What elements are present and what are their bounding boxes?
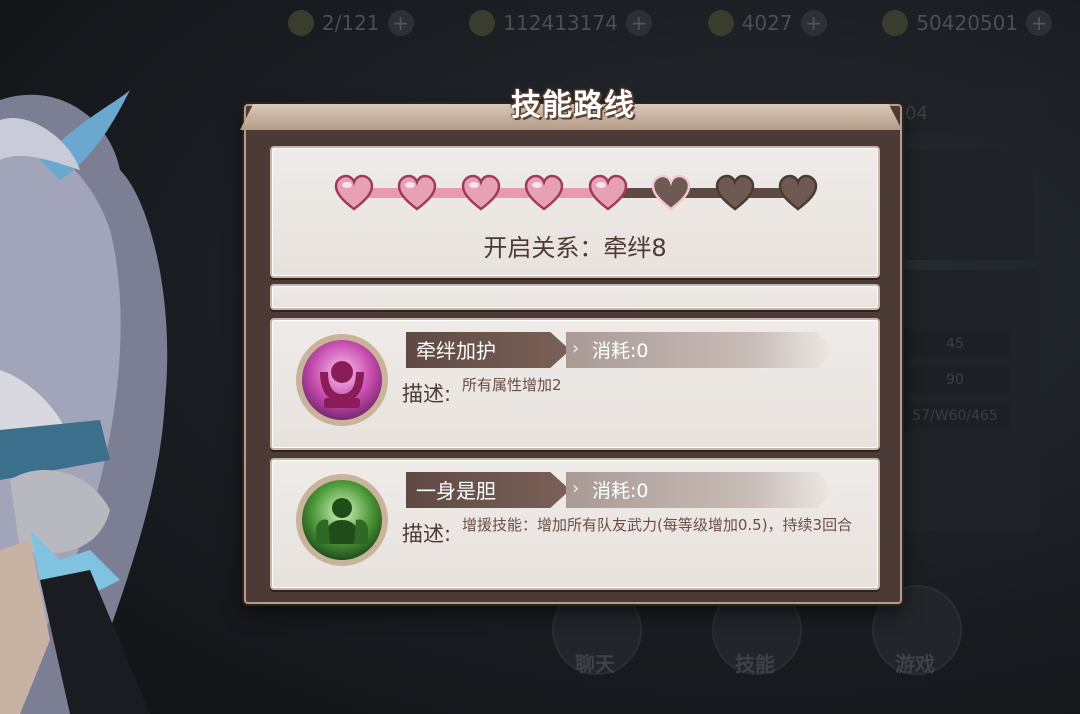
skill-header-banner: 一身是胆 › 消耗:0 (406, 472, 834, 508)
skill-card[interactable]: 牵绊加护 › 消耗:0 描述: 所有属性增加2 (270, 318, 880, 450)
skill-description: 所有属性增加2 (462, 376, 562, 394)
add-energy-button[interactable]: + (387, 10, 414, 36)
dialog-title: 技能路线 (511, 88, 635, 123)
resource-gem: 4027 + (707, 10, 827, 36)
add-gem-button[interactable]: + (800, 10, 827, 36)
skill-name: 牵绊加护 (416, 339, 496, 363)
add-gold-button[interactable]: + (625, 10, 652, 36)
stats-panel (900, 270, 1040, 530)
bg-panel-top: 04 (905, 95, 1045, 135)
leaf-currency-icon (882, 10, 909, 36)
resource-bar: 2/121 + 112413174 + 4027 + 50420501 + (260, 0, 1080, 46)
heart-filled-icon (397, 174, 437, 212)
resource-gold: 112413174 + (469, 10, 652, 36)
heart-filled-icon (461, 174, 501, 212)
bond-guard-icon (296, 334, 388, 426)
heart-empty-icon (715, 174, 755, 212)
chevron-right-icon: › (572, 478, 580, 499)
unlock-requirement: 开启关系：牵绊8 (483, 234, 667, 262)
skill-route-dialog: 技能路线 开启关系：牵绊8 牵绊加护 › 消耗:0 描述: 所有属性增加2 一身… (240, 88, 902, 604)
skill-card-partial[interactable] (270, 284, 880, 310)
gift-panel[interactable] (905, 150, 1035, 260)
resource-leaf: 50420501 + (882, 10, 1053, 36)
gem-icon (707, 10, 734, 36)
heart-empty-icon (651, 174, 691, 212)
skill-description: 增援技能：增加所有队友武力(每等级增加0.5)，持续3回合 (462, 516, 853, 534)
skill-name: 一身是胆 (416, 479, 496, 503)
bravery-icon (296, 474, 388, 566)
stat-cell: 45 (900, 330, 1010, 358)
nav-skill-label: 技能 (735, 652, 775, 676)
heart-filled-icon (524, 174, 564, 212)
character-portrait (0, 90, 168, 714)
resource-energy: 2/121 + (287, 10, 414, 36)
description-label: 描述: (402, 382, 452, 406)
nav-game-label: 游戏 (895, 652, 935, 676)
heart-filled-icon (334, 174, 374, 212)
skill-header-banner: 牵绊加护 › 消耗:0 (406, 332, 834, 368)
skill-cost: 消耗:0 (592, 340, 649, 362)
heart-empty-icon (778, 174, 818, 212)
stat-cell: 90 (900, 366, 1010, 394)
energy-icon (287, 10, 314, 36)
stat-cell: 57/W60/465 (900, 402, 1010, 430)
add-leaf-button[interactable]: + (1026, 10, 1053, 36)
description-label: 描述: (402, 522, 452, 546)
skill-list[interactable]: 开启关系：牵绊8 牵绊加护 › 消耗:0 描述: 所有属性增加2 一身是胆 › … (268, 146, 880, 590)
gold-coin-icon (469, 10, 496, 36)
chevron-right-icon: › (572, 338, 580, 359)
skill-card[interactable]: 一身是胆 › 消耗:0 描述: 增援技能：增加所有队友武力(每等级增加0.5)，… (270, 458, 880, 590)
bond-progress-card: 开启关系：牵绊8 (270, 146, 880, 278)
skill-cost: 消耗:0 (592, 480, 649, 502)
bond-progress-track (334, 174, 818, 212)
heart-filled-icon (588, 174, 628, 212)
nav-chat-label: 聊天 (575, 652, 615, 676)
